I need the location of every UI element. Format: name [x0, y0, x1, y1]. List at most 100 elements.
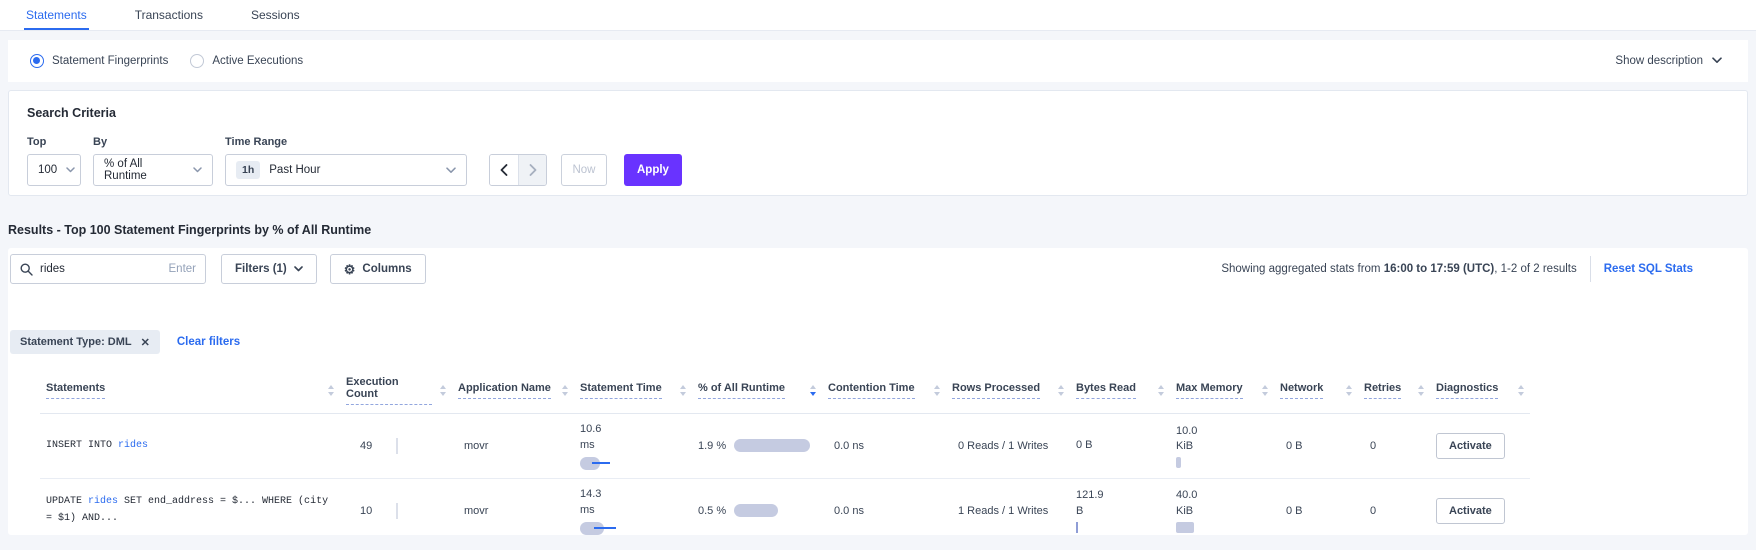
cell-statement[interactable]: INSERT INTO rides [40, 414, 340, 479]
cell-max-memory: 10.0KiB [1170, 414, 1274, 479]
sort-desc-icon [562, 392, 568, 396]
apply-button[interactable]: Apply [624, 154, 682, 186]
time-range-label: Time Range [225, 136, 467, 148]
tab-transactions[interactable]: Transactions [133, 0, 205, 30]
chevron-down-icon [446, 167, 456, 174]
columns-button[interactable]: ⚙ Columns [330, 254, 426, 284]
sort-asc-icon [934, 385, 940, 389]
runtime-pct-value: 1.9 % [698, 440, 726, 452]
filter-chip-label: Statement Type: DML [20, 336, 132, 348]
statement-time-unit: ms [580, 503, 686, 519]
column-header-label: Statements [46, 382, 105, 399]
sort-icon[interactable] [1158, 385, 1164, 396]
activate-diagnostics-button[interactable]: Activate [1436, 433, 1505, 459]
column-header-label: % of All Runtime [698, 382, 785, 399]
filters-button[interactable]: Filters (1) [221, 254, 317, 284]
sort-asc-icon [562, 385, 568, 389]
sort-asc-icon [1158, 385, 1164, 389]
column-header-statements[interactable]: Statements [40, 366, 340, 414]
execution-count-value: 10 [360, 505, 372, 517]
cell-rows-processed: 0 Reads / 1 Writes [946, 414, 1070, 479]
search-criteria-card: Search Criteria Top 100 By % of All Runt… [8, 90, 1748, 196]
statement-time-unit: ms [580, 438, 686, 454]
radio-active-executions[interactable]: Active Executions [190, 54, 303, 68]
max-memory-bar [1176, 522, 1194, 533]
column-header-execution-count[interactable]: Execution Count [340, 366, 452, 414]
column-header-application-name[interactable]: Application Name [452, 366, 574, 414]
column-header--of-all-runtime[interactable]: % of All Runtime [692, 366, 822, 414]
column-header-contention-time[interactable]: Contention Time [822, 366, 946, 414]
tab-statements[interactable]: Statements [24, 0, 89, 30]
chevron-down-icon [1712, 55, 1722, 67]
top-select[interactable]: 100 [27, 154, 81, 186]
top-field: Top 100 [27, 136, 81, 186]
statement-text: UPDATE rides SET end_address = $... WHER… [46, 494, 334, 527]
sort-icon[interactable] [440, 385, 446, 396]
column-header-network[interactable]: Network [1274, 366, 1358, 414]
sort-asc-icon [440, 385, 446, 389]
statement-table-link[interactable]: rides [88, 496, 118, 507]
filter-chip[interactable]: Statement Type: DML ✕ [10, 330, 160, 354]
sort-icon[interactable] [1418, 385, 1424, 396]
chevron-down-icon [66, 167, 75, 173]
filters-button-label: Filters (1) [235, 263, 287, 275]
radio-label: Active Executions [212, 55, 303, 67]
reset-sql-stats-link[interactable]: Reset SQL Stats [1604, 263, 1693, 275]
statements-table: Statements Execution Count Application Nam… [40, 366, 1530, 535]
column-header-max-memory[interactable]: Max Memory [1170, 366, 1274, 414]
column-header-label: Bytes Read [1076, 382, 1136, 399]
column-header-bytes-read[interactable]: Bytes Read [1070, 366, 1170, 414]
radio-statement-fingerprints[interactable]: Statement Fingerprints [30, 54, 168, 68]
cell-statement-time: 14.3ms [574, 478, 692, 535]
cell-statement-time: 10.6ms [574, 414, 692, 479]
gear-icon: ⚙ [344, 263, 356, 276]
chevron-down-icon [294, 266, 303, 272]
time-prev-button[interactable] [490, 155, 518, 185]
column-header-statement-time[interactable]: Statement Time [574, 366, 692, 414]
cell-execution-count: 10 [340, 478, 452, 535]
column-header-diagnostics[interactable]: Diagnostics [1430, 366, 1530, 414]
remove-filter-icon[interactable]: ✕ [141, 336, 150, 349]
cell-execution-count: 49 [340, 414, 452, 479]
sort-asc-icon [1262, 385, 1268, 389]
search-input[interactable] [40, 263, 140, 275]
sort-icon[interactable] [1058, 385, 1064, 396]
now-button[interactable]: Now [561, 154, 607, 186]
search-box[interactable]: Enter [10, 254, 206, 284]
sort-icon[interactable] [328, 385, 334, 396]
clear-filters-link[interactable]: Clear filters [177, 336, 240, 348]
cell-contention-time: 0.0 ns [822, 478, 946, 535]
top-select-value: 100 [38, 164, 57, 176]
show-description-toggle[interactable]: Show description [1615, 55, 1722, 67]
sort-icon[interactable] [1518, 385, 1524, 396]
sort-icon[interactable] [934, 385, 940, 396]
column-header-retries[interactable]: Retries [1358, 366, 1430, 414]
column-header-rows-processed[interactable]: Rows Processed [946, 366, 1070, 414]
time-next-button[interactable] [518, 155, 546, 185]
sort-desc-icon [1158, 392, 1164, 396]
sort-desc-icon [1262, 392, 1268, 396]
sort-desc-icon [934, 392, 940, 396]
by-select[interactable]: % of All Runtime [93, 154, 213, 186]
sort-icon[interactable] [810, 385, 816, 396]
sort-icon[interactable] [562, 385, 568, 396]
sort-icon[interactable] [680, 385, 686, 396]
sort-asc-icon [1058, 385, 1064, 389]
sort-asc-icon [1346, 385, 1352, 389]
column-header-label: Max Memory [1176, 382, 1243, 399]
by-label: By [93, 136, 213, 148]
time-range-badge: 1h [236, 161, 260, 179]
column-header-label: Contention Time [828, 382, 915, 399]
tab-sessions[interactable]: Sessions [249, 0, 302, 30]
sort-icon[interactable] [1262, 385, 1268, 396]
sort-asc-icon [680, 385, 686, 389]
cell-diagnostics: Activate [1430, 414, 1530, 479]
column-header-label: Application Name [458, 382, 551, 399]
sort-icon[interactable] [1346, 385, 1352, 396]
cell-statement[interactable]: UPDATE rides SET end_address = $... WHER… [40, 478, 340, 535]
activate-diagnostics-button[interactable]: Activate [1436, 498, 1505, 524]
max-memory-unit: KiB [1176, 504, 1268, 520]
top-label: Top [27, 136, 81, 148]
statement-table-link[interactable]: rides [118, 440, 148, 451]
time-range-select[interactable]: 1h Past Hour [225, 154, 467, 186]
